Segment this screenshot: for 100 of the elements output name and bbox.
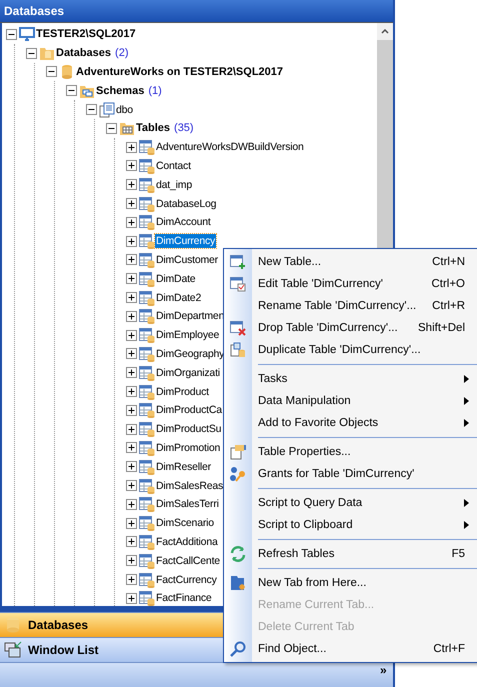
expand-icon[interactable] [126, 216, 137, 228]
expand-icon[interactable] [126, 236, 137, 247]
menu-item[interactable]: Script to Clipboard [224, 514, 477, 536]
table-icon [139, 590, 155, 606]
tree-item[interactable]: FactCurrency [155, 572, 218, 586]
tree-item[interactable]: DimReseller [155, 460, 212, 474]
expand-icon[interactable] [126, 555, 137, 566]
menu-item[interactable]: New Table... Ctrl+N [224, 251, 477, 273]
tree-item[interactable]: AdventureWorks on TESTER2\SQL2017 [75, 64, 284, 79]
table-icon [139, 252, 155, 268]
tree-item[interactable]: DimCurrency [155, 234, 216, 248]
expand-icon[interactable] [126, 367, 137, 378]
tree-item[interactable]: DimDepartmen [155, 309, 226, 324]
tree-item[interactable]: Schemas [95, 84, 146, 98]
collapse-icon[interactable] [6, 28, 17, 40]
expand-icon[interactable] [126, 480, 137, 492]
submenu-arrow-icon [464, 521, 469, 529]
tree-item[interactable]: FactFinance [155, 591, 213, 606]
expand-icon[interactable] [126, 498, 137, 510]
menu-item[interactable]: Tasks [224, 368, 477, 390]
menu-item[interactable]: Refresh Tables F5 [224, 543, 477, 565]
expand-icon[interactable] [126, 404, 137, 416]
tree-item[interactable]: Tables [135, 121, 172, 136]
expand-icon[interactable] [126, 442, 137, 454]
tree-item[interactable]: FactCallCente [155, 554, 221, 568]
tree-item[interactable]: DimDate2 [155, 290, 202, 305]
menu-item[interactable]: Add to Favorite Objects [224, 412, 477, 434]
tree-item[interactable]: TESTER2\SQL2017 [35, 27, 137, 42]
expand-icon[interactable] [126, 160, 137, 172]
expand-icon[interactable] [126, 292, 137, 304]
table-icon [139, 402, 155, 418]
table-icon [139, 440, 155, 456]
table-icon [139, 233, 155, 250]
expand-icon[interactable] [126, 330, 137, 341]
database-icon [59, 64, 75, 80]
scroll-up-icon[interactable] [377, 23, 393, 40]
overflow-button[interactable]: » [380, 664, 387, 676]
menu-item[interactable]: Duplicate Table 'DimCurrency'... [224, 339, 477, 361]
table-icon [139, 139, 155, 156]
search-icon [230, 641, 246, 657]
tree-item[interactable]: DimDate [155, 272, 196, 286]
tree-item[interactable]: DimGeography [155, 346, 226, 361]
tree-item[interactable]: AdventureWorksDWBuildVersion [155, 140, 305, 154]
tree-item[interactable]: Databases [55, 46, 112, 60]
expand-icon[interactable] [126, 536, 137, 548]
collapse-icon[interactable] [46, 66, 57, 78]
table-icon [139, 364, 155, 381]
table-icon [139, 290, 155, 306]
tree-item[interactable]: DimOrganizati [155, 366, 221, 380]
expand-icon[interactable] [126, 461, 137, 472]
table-icon [139, 534, 155, 550]
table-folder-icon [119, 120, 135, 136]
expand-icon[interactable] [126, 424, 137, 435]
tree-item[interactable]: DimEmployee [155, 328, 220, 342]
menu-item[interactable]: Drop Table 'DimCurrency'... Shift+Del [224, 317, 477, 339]
tree-item[interactable]: DimCustomer [155, 252, 219, 267]
collapse-icon[interactable] [26, 48, 37, 59]
menu-item[interactable]: Grants for Table 'DimCurrency' [224, 463, 477, 485]
menu-item[interactable]: Data Manipulation [224, 390, 477, 412]
expand-icon[interactable] [126, 592, 137, 604]
collapse-icon[interactable] [106, 122, 117, 134]
tree-item[interactable]: FactAdditiona [155, 534, 219, 549]
tree-item[interactable]: dbo [115, 102, 134, 117]
expand-icon[interactable] [126, 198, 137, 210]
tree-item[interactable]: Contact [155, 158, 192, 173]
tree-item[interactable]: DimProduct [155, 384, 210, 399]
tree-item[interactable]: DimProductCa [155, 403, 223, 418]
menu-item[interactable]: Edit Table 'DimCurrency' Ctrl+O [224, 273, 477, 295]
tree-item[interactable]: DatabaseLog [155, 196, 218, 211]
table-check-icon [230, 276, 246, 292]
duplicate-icon [230, 342, 246, 358]
expand-icon[interactable] [126, 179, 137, 190]
menu-item[interactable]: New Tab from Here... [224, 572, 477, 594]
tree-item[interactable]: DimPromotion [155, 440, 222, 455]
table-icon [139, 552, 155, 569]
collapse-icon[interactable] [66, 85, 77, 96]
monitor-icon [19, 26, 35, 42]
tree-item[interactable]: DimSalesTerri [155, 497, 220, 512]
expand-icon[interactable] [126, 574, 137, 585]
tree-item[interactable]: DimScenario [155, 516, 215, 530]
item-count: (35) [174, 122, 194, 134]
expand-icon[interactable] [126, 348, 137, 360]
expand-icon[interactable] [126, 273, 137, 284]
menu-item[interactable]: Rename Table 'DimCurrency'... Ctrl+R [224, 295, 477, 317]
tree-item[interactable]: DimAccount [155, 215, 212, 230]
expand-icon[interactable] [126, 310, 137, 322]
table-icon [139, 196, 155, 212]
expand-icon[interactable] [126, 142, 137, 153]
collapse-icon[interactable] [86, 104, 97, 116]
tree-item[interactable]: DimSalesReas [155, 478, 224, 493]
expand-icon[interactable] [126, 254, 137, 266]
expand-icon[interactable] [126, 518, 137, 529]
tree-item[interactable]: DimProductSu [155, 422, 222, 436]
database-icon [4, 616, 22, 634]
menu-item[interactable]: Table Properties... [224, 441, 477, 463]
table-icon [139, 308, 155, 324]
panel-title: Databases [0, 0, 393, 23]
expand-icon[interactable] [126, 386, 137, 398]
menu-item[interactable]: Script to Query Data [224, 492, 477, 514]
tree-item[interactable]: dat_imp [155, 178, 193, 192]
